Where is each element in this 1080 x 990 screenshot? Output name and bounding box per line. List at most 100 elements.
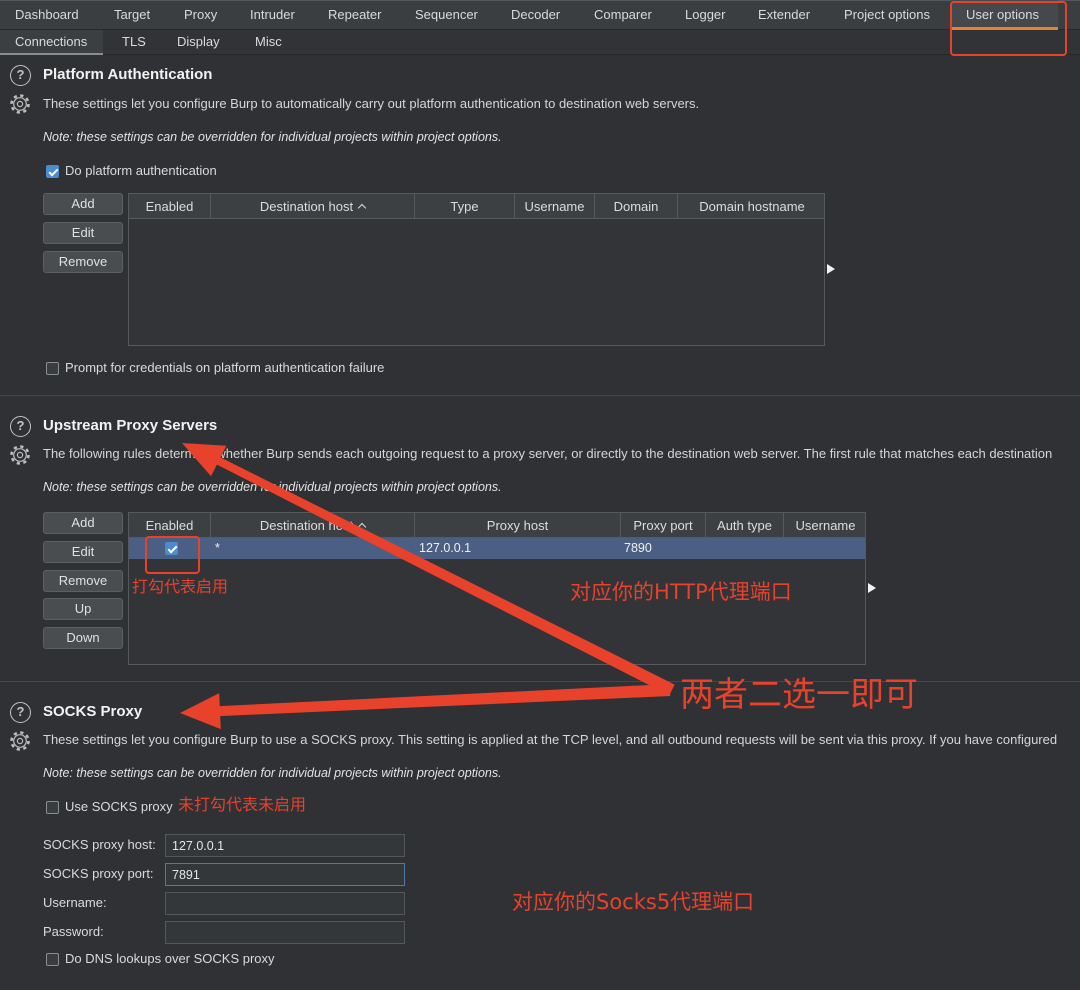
row-destination-host: * — [215, 541, 220, 555]
column-label: Username — [795, 518, 856, 533]
gear-icon[interactable] — [9, 730, 31, 752]
upstream-remove-button[interactable]: Remove — [43, 570, 123, 592]
upstream-edit-button[interactable]: Edit — [43, 541, 123, 563]
annotation-choose-one-note: 两者二选一即可 — [680, 675, 918, 715]
upstream-proxy-title: Upstream Proxy Servers — [43, 417, 218, 434]
column-label: Enabled — [145, 199, 194, 214]
annotation-arrows — [180, 443, 675, 730]
annotation-socks-unchecked-note: 未打勾代表未启用 — [178, 795, 307, 814]
platform-auth-add-button[interactable]: Add — [43, 193, 123, 215]
tab-intruder[interactable]: Intruder — [250, 0, 295, 30]
column-header-username[interactable]: Username — [515, 194, 595, 219]
column-label: Destination host — [259, 199, 354, 214]
platform-auth-edit-button[interactable]: Edit — [43, 222, 123, 244]
socks-username-input[interactable] — [165, 892, 405, 915]
tab-target[interactable]: Target — [114, 0, 150, 30]
socks-username-label: Username: — [43, 895, 107, 910]
column-label: Domain hostname — [699, 199, 805, 214]
socks-proxy-note: Note: these settings can be overridden f… — [43, 766, 502, 780]
annotation-socks-port-note: 对应你的Socks5代理端口 — [512, 890, 755, 914]
upstream-proxy-note: Note: these settings can be overridden f… — [43, 480, 502, 494]
sort-ascending-icon — [357, 522, 367, 532]
socks-proxy-title: SOCKS Proxy — [43, 703, 143, 720]
column-header-enabled[interactable]: Enabled — [129, 194, 211, 219]
column-label: Auth type — [717, 518, 772, 533]
section-divider — [0, 681, 1080, 682]
column-label: Username — [524, 199, 585, 214]
sub-tab-bar — [0, 30, 1080, 55]
column-header-destination-host[interactable]: Destination host — [211, 194, 415, 219]
dns-over-socks-label: Do DNS lookups over SOCKS proxy — [65, 951, 275, 966]
socks-password-label: Password: — [43, 924, 104, 939]
column-header-username[interactable]: Username — [784, 513, 865, 538]
do-platform-auth-checkbox[interactable] — [46, 165, 59, 178]
platform-auth-table[interactable]: Enabled Destination host Type Username D… — [128, 193, 825, 346]
help-icon[interactable] — [10, 702, 31, 723]
socks-proxy-description: These settings let you configure Burp to… — [43, 732, 1058, 747]
column-header-enabled[interactable]: Enabled — [129, 513, 211, 538]
expand-right-icon[interactable] — [827, 264, 835, 274]
upstream-add-button[interactable]: Add — [43, 512, 123, 534]
subtab-display[interactable]: Display — [177, 30, 220, 54]
platform-auth-remove-button[interactable]: Remove — [43, 251, 123, 273]
platform-auth-description: These settings let you configure Burp to… — [43, 96, 700, 111]
table-header: Enabled Destination host Proxy host Prox… — [129, 513, 865, 538]
prompt-credentials-label: Prompt for credentials on platform authe… — [65, 360, 385, 375]
column-label: Enabled — [145, 518, 194, 533]
use-socks-proxy-checkbox[interactable] — [46, 801, 59, 814]
annotation-enabled-checkbox-box — [145, 536, 200, 574]
socks-port-label: SOCKS proxy port: — [43, 866, 154, 881]
column-header-domain[interactable]: Domain — [595, 194, 678, 219]
tab-proxy[interactable]: Proxy — [184, 0, 217, 30]
socks-host-input[interactable] — [165, 834, 405, 857]
help-icon[interactable] — [10, 416, 31, 437]
tab-decoder[interactable]: Decoder — [511, 0, 560, 30]
tab-extender[interactable]: Extender — [758, 0, 810, 30]
upstream-proxy-description: The following rules determine whether Bu… — [43, 446, 1053, 461]
tab-repeater[interactable]: Repeater — [328, 0, 381, 30]
column-label: Destination host — [259, 518, 354, 533]
row-proxy-host: 127.0.0.1 — [419, 541, 472, 555]
annotation-http-port-note: 对应你的HTTP代理端口 — [570, 580, 792, 604]
prompt-credentials-checkbox[interactable] — [46, 362, 59, 375]
subtab-tls[interactable]: TLS — [122, 30, 146, 54]
gear-icon[interactable] — [9, 93, 31, 115]
column-label: Proxy port — [633, 518, 693, 533]
help-icon[interactable] — [10, 65, 31, 86]
expand-right-icon[interactable] — [868, 583, 876, 593]
column-header-domain-hostname[interactable]: Domain hostname — [678, 194, 824, 219]
subtab-connections[interactable]: Connections — [15, 30, 87, 54]
column-header-auth-type[interactable]: Auth type — [706, 513, 784, 538]
platform-auth-title: Platform Authentication — [43, 66, 213, 83]
table-header: Enabled Destination host Type Username D… — [129, 194, 824, 219]
socks-password-input[interactable] — [165, 921, 405, 944]
tab-logger[interactable]: Logger — [685, 0, 725, 30]
sort-ascending-icon — [357, 203, 367, 213]
do-platform-auth-label: Do platform authentication — [65, 163, 217, 178]
socks-port-input[interactable] — [165, 863, 405, 886]
upstream-up-button[interactable]: Up — [43, 598, 123, 620]
annotation-arrow-to-socks — [180, 684, 671, 730]
column-label: Type — [450, 199, 479, 214]
upstream-down-button[interactable]: Down — [43, 627, 123, 649]
gear-icon[interactable] — [9, 444, 31, 466]
annotation-user-options-box — [950, 1, 1067, 56]
column-label: Domain — [613, 199, 659, 214]
tab-project-options[interactable]: Project options — [844, 0, 930, 30]
use-socks-proxy-label: Use SOCKS proxy — [65, 799, 173, 814]
column-header-proxy-host[interactable]: Proxy host — [415, 513, 621, 538]
tab-comparer[interactable]: Comparer — [594, 0, 652, 30]
column-header-destination-host[interactable]: Destination host — [211, 513, 415, 538]
tab-dashboard[interactable]: Dashboard — [15, 0, 79, 30]
table-row[interactable]: * 127.0.0.1 7890 — [129, 538, 865, 559]
row-proxy-port: 7890 — [624, 541, 652, 555]
tab-sequencer[interactable]: Sequencer — [415, 0, 478, 30]
section-divider — [0, 395, 1080, 396]
column-header-type[interactable]: Type — [415, 194, 515, 219]
platform-auth-note: Note: these settings can be overridden f… — [43, 130, 502, 144]
subtab-misc[interactable]: Misc — [255, 30, 282, 54]
column-label: Proxy host — [486, 518, 549, 533]
column-header-proxy-port[interactable]: Proxy port — [621, 513, 706, 538]
annotation-checkbox-note: 打勾代表启用 — [132, 577, 229, 596]
dns-over-socks-checkbox[interactable] — [46, 953, 59, 966]
